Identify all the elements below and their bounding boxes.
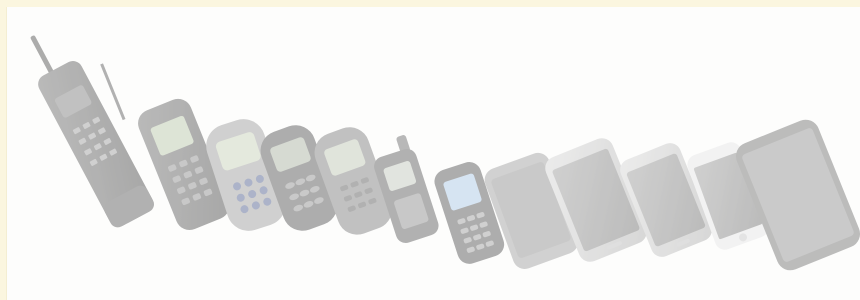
phone-1 (30, 35, 154, 228)
photo (6, 7, 860, 300)
phone-12 (735, 119, 860, 271)
image-frame (0, 0, 860, 300)
phones-illustration (30, 35, 860, 271)
